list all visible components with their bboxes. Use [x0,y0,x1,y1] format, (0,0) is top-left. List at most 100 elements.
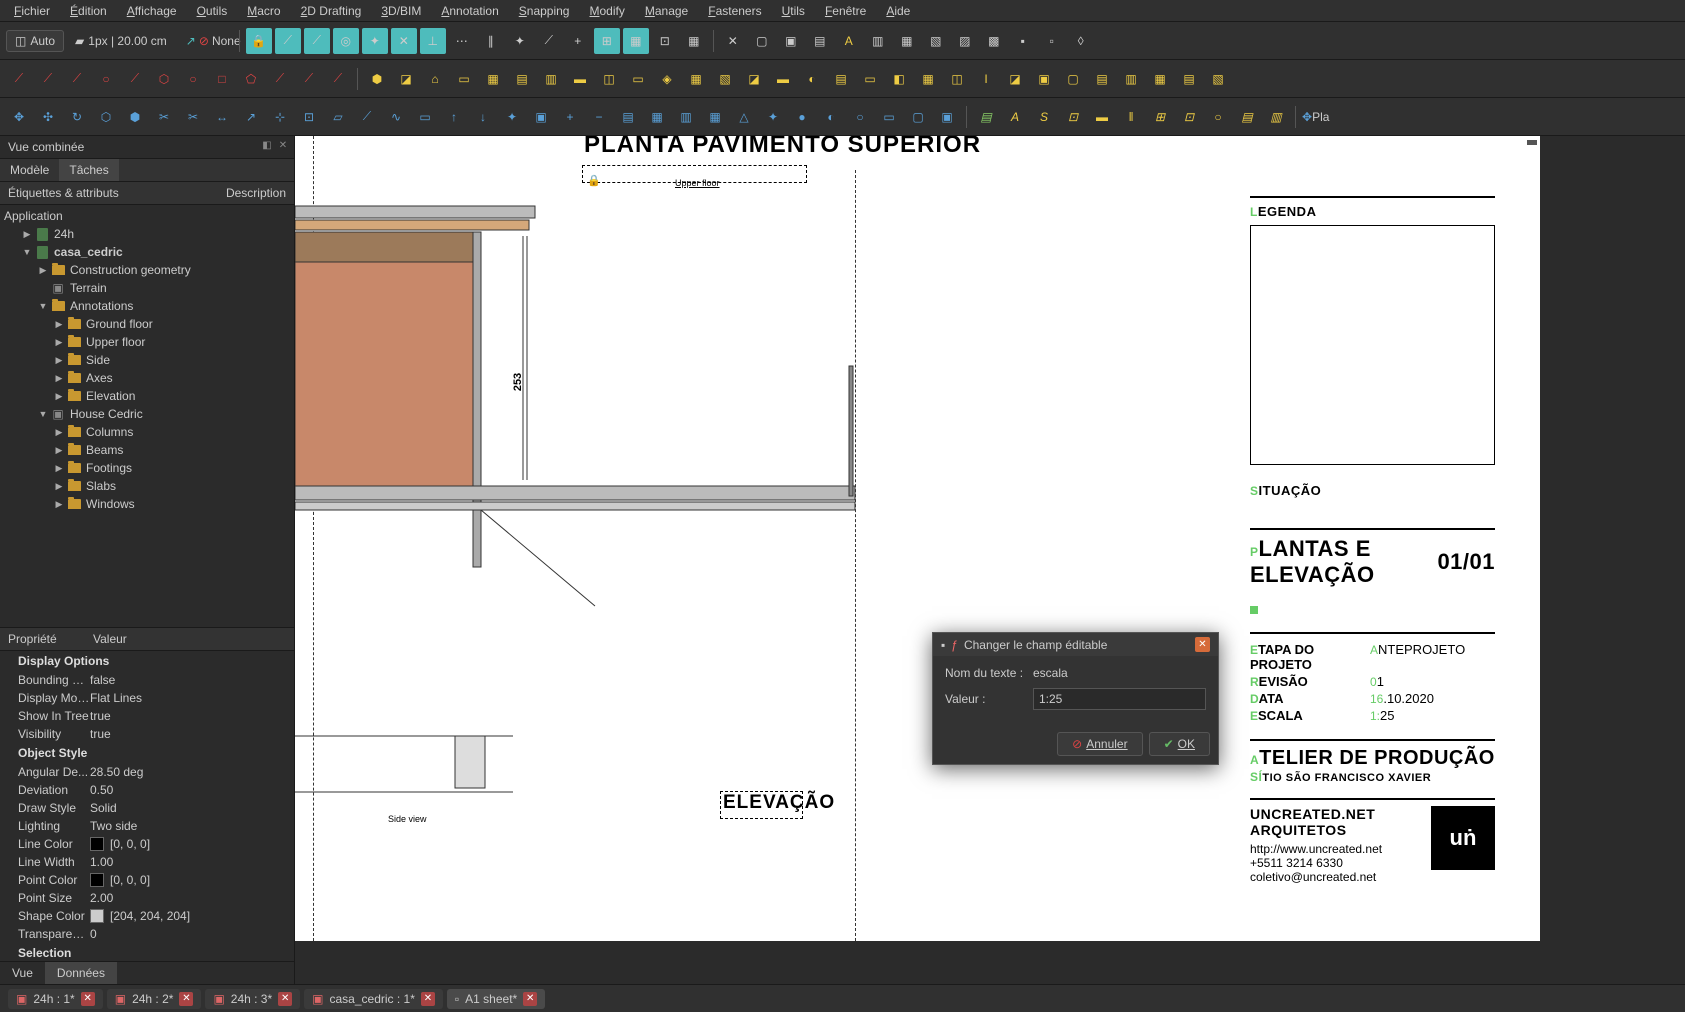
bim-icon-6[interactable]: ▥ [538,66,564,92]
close-icon[interactable]: ✕ [179,992,193,1006]
anno-icon-1[interactable]: A [1002,104,1028,130]
anno-icon-10[interactable]: ▥ [1263,104,1289,130]
mod-icon-5[interactable]: ✂ [151,104,177,130]
bim-icon-2[interactable]: ⌂ [422,66,448,92]
tree-item-ground-floor[interactable]: ▶Ground floor [0,315,294,333]
mod-icon-20[interactable]: − [586,104,612,130]
snap-grid-icon[interactable]: ⊞ [594,28,620,54]
bim-icon-22[interactable]: ◪ [1002,66,1028,92]
dialog-titlebar[interactable]: ▪ ƒ Changer le champ éditable ✕ [933,633,1218,656]
bim-icon-29[interactable]: ▧ [1205,66,1231,92]
doc-tab-2[interactable]: ▣24h : 3*✕ [205,989,300,1009]
mod-icon-22[interactable]: ▦ [644,104,670,130]
menu-modify[interactable]: Modify [579,1,634,21]
doc-tab-3[interactable]: ▣casa_cedric : 1*✕ [304,989,443,1009]
tree-item-annotations[interactable]: ▼Annotations [0,297,294,315]
draft-icon-7[interactable]: □ [209,66,235,92]
mod-icon-16[interactable]: ↓ [470,104,496,130]
f-icon[interactable]: ▧ [923,28,949,54]
bim-icon-20[interactable]: ◫ [944,66,970,92]
snap-perp-icon[interactable]: ⊥ [420,28,446,54]
3d-viewport[interactable]: PLANTA PAVIMENTO SUPERIOR Upper floor 🔒 [295,136,1685,984]
bim-icon-5[interactable]: ▤ [509,66,535,92]
close-icon[interactable]: ✕ [278,992,292,1006]
lock-icon[interactable]: 🔒 [246,28,272,54]
bim-icon-1[interactable]: ◪ [393,66,419,92]
snap-endpoint-icon[interactable]: ⟋ [275,28,301,54]
tree-item-upper-floor[interactable]: ▶Upper floor [0,333,294,351]
menu-fasteners[interactable]: Fasteners [698,1,771,21]
mod-icon-9[interactable]: ⊹ [267,104,293,130]
anno-icon-3[interactable]: ⊡ [1060,104,1086,130]
draft-icon-1[interactable]: ⟋ [35,66,61,92]
mod-icon-1[interactable]: ✣ [35,104,61,130]
tree-item-columns[interactable]: ▶Columns [0,423,294,441]
mod-icon-13[interactable]: ∿ [383,104,409,130]
bim-icon-25[interactable]: ▤ [1089,66,1115,92]
mod-icon-21[interactable]: ▤ [615,104,641,130]
tab-model[interactable]: Modèle [0,159,59,181]
snap-parallel-icon[interactable]: ∥ [478,28,504,54]
bim-icon-13[interactable]: ◪ [741,66,767,92]
bim-icon-15[interactable]: ◐ [799,66,825,92]
tree-item-casa_cedric[interactable]: ▼casa_cedric [0,243,294,261]
snap-near-icon[interactable]: ⟋ [536,28,562,54]
tab-tasks[interactable]: Tâches [59,159,118,181]
bim-icon-26[interactable]: ▥ [1118,66,1144,92]
bim-icon-12[interactable]: ▧ [712,66,738,92]
a-icon[interactable]: ▣ [778,28,804,54]
doc-tab-0[interactable]: ▣24h : 1*✕ [8,989,103,1009]
draft-icon-3[interactable]: ○ [93,66,119,92]
bim-icon-27[interactable]: ▦ [1147,66,1173,92]
menu-3d/bim[interactable]: 3D/BIM [371,1,431,21]
snap-special-icon[interactable]: ✦ [507,28,533,54]
prop-row[interactable]: Line Width1.00 [0,853,294,871]
mod-icon-19[interactable]: + [557,104,583,130]
bim-icon-10[interactable]: ◈ [654,66,680,92]
value-input[interactable] [1033,688,1206,710]
j-icon[interactable]: ▫ [1039,28,1065,54]
panel-undock-icon[interactable]: ◧ [260,138,274,152]
draft-icon-9[interactable]: ⟋ [267,66,293,92]
menu-macro[interactable]: Macro [237,1,290,21]
snap-ext-icon[interactable]: ⋯ [449,28,475,54]
mod-icon-14[interactable]: ▭ [412,104,438,130]
cancel-button[interactable]: ⊘Annuler [1057,732,1142,756]
menu-outils[interactable]: Outils [187,1,238,21]
draft-icon-10[interactable]: ⟋ [296,66,322,92]
tab-data[interactable]: Données [45,962,117,984]
mod-icon-8[interactable]: ↗ [238,104,264,130]
snap-workplane-icon[interactable]: ▦ [623,28,649,54]
mod-icon-3[interactable]: ⬡ [93,104,119,130]
tree-item-construction-geometry[interactable]: ▶Construction geometry [0,261,294,279]
tab-vue[interactable]: Vue [0,962,45,984]
box-icon[interactable]: ▢ [749,28,775,54]
tree-item-beams[interactable]: ▶Beams [0,441,294,459]
bim-icon-24[interactable]: ▢ [1060,66,1086,92]
d-icon[interactable]: ▥ [865,28,891,54]
bim-icon-18[interactable]: ◧ [886,66,912,92]
close-icon[interactable]: ✕ [421,992,435,1006]
close-icon[interactable]: ✕ [81,992,95,1006]
prop-row[interactable]: Line Color[0, 0, 0] [0,835,294,853]
tree-item-24h[interactable]: ▶24h [0,225,294,243]
mod-icon-32[interactable]: ▣ [934,104,960,130]
bim-icon-9[interactable]: ▭ [625,66,651,92]
bim-icon-28[interactable]: ▤ [1176,66,1202,92]
draft-icon-2[interactable]: ⟋ [64,66,90,92]
snap-intersect-icon[interactable]: ✕ [391,28,417,54]
menu-2d drafting[interactable]: 2D Drafting [291,1,372,21]
draft-icon-11[interactable]: ⟋ [325,66,351,92]
doc-tab-1[interactable]: ▣24h : 2*✕ [107,989,202,1009]
bim-icon-7[interactable]: ▬ [567,66,593,92]
bim-icon-4[interactable]: ▦ [480,66,506,92]
prop-row[interactable]: Display ModeFlat Lines [0,689,294,707]
bim-icon-0[interactable]: ⬢ [364,66,390,92]
px-scale[interactable]: ▰1px | 20.00 cm [67,31,175,51]
prop-row[interactable]: Bounding B...false [0,671,294,689]
prop-row[interactable]: Point Color[0, 0, 0] [0,871,294,889]
anno-icon-0[interactable]: ▤ [973,104,999,130]
mod-icon-0[interactable]: ✥ [6,104,32,130]
tree-item-terrain[interactable]: ▣Terrain [0,279,294,297]
i-icon[interactable]: ▪ [1010,28,1036,54]
